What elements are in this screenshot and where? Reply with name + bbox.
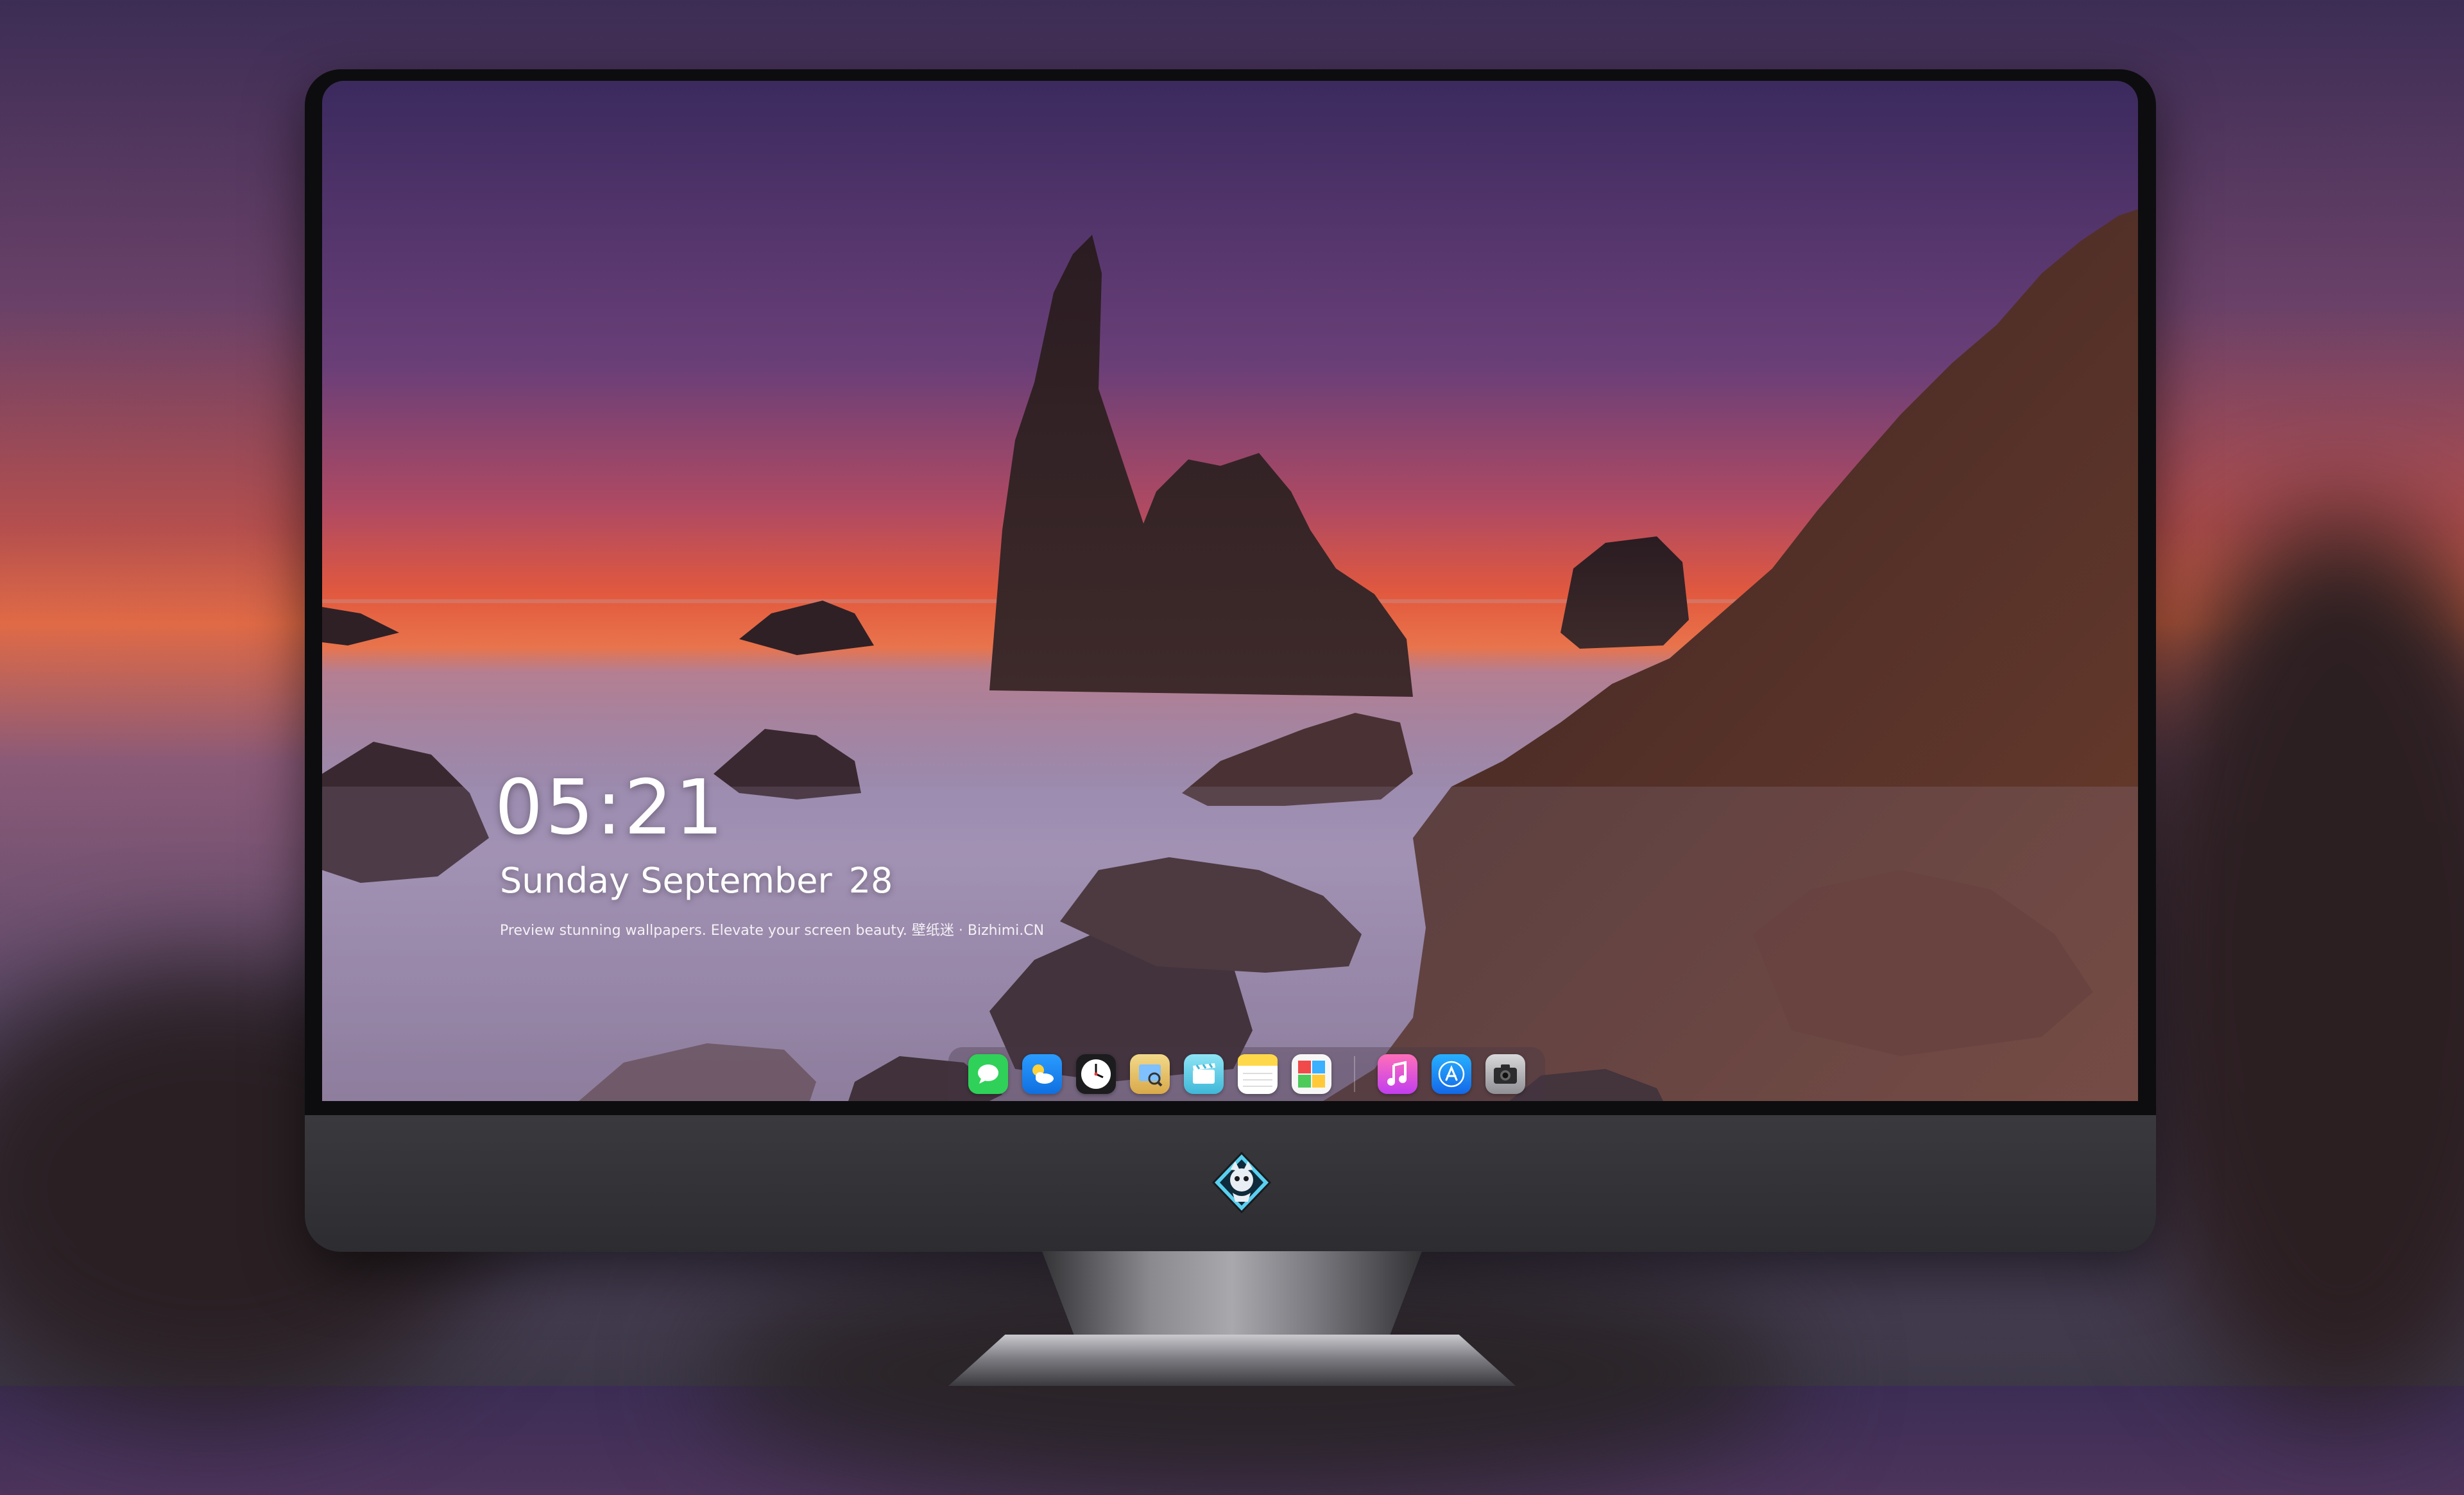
backdrop-rock-right (2118, 513, 2464, 1412)
lock-time: 05:21 (495, 763, 726, 851)
imac-monitor: 05:21 Sunday September 28 Preview stunnin… (305, 69, 2156, 1252)
camera-icon[interactable] (1485, 1054, 1525, 1094)
lock-date: Sunday September 28 (500, 860, 893, 901)
lock-date-text: Sunday September (500, 860, 832, 901)
clock-icon[interactable] (1076, 1054, 1116, 1094)
notes-icon[interactable] (1238, 1054, 1278, 1094)
notes-glyph (1238, 1054, 1278, 1087)
dock (948, 1047, 1545, 1101)
photo-booth-icon[interactable] (1292, 1054, 1331, 1094)
lock-day-number: 28 (848, 860, 893, 901)
app-store-glyph (1438, 1061, 1465, 1088)
music-icon[interactable] (1378, 1054, 1417, 1094)
dock-separator (1354, 1056, 1355, 1092)
music-glyph (1387, 1061, 1407, 1086)
clock-glyph (1081, 1059, 1111, 1089)
clips-glyph (1193, 1063, 1215, 1084)
weather-glyph (1032, 1064, 1054, 1084)
monitor-chin (305, 1115, 2156, 1252)
monitor-stand-base (948, 1335, 1516, 1386)
preview-icon[interactable] (1130, 1054, 1170, 1094)
photo-booth-glyph (1298, 1061, 1325, 1088)
wallpaper-seascape (322, 81, 2138, 1101)
camera-glyph (1494, 1064, 1517, 1084)
wallpaper-tagline: Preview stunning wallpapers. Elevate you… (500, 923, 1045, 939)
weather-icon[interactable] (1022, 1054, 1062, 1094)
lock-screen: 05:21 Sunday September 28 Preview stunnin… (322, 81, 2138, 1101)
messages-glyph (978, 1064, 998, 1084)
shield-mascot-logo-icon (1211, 1151, 1272, 1214)
clips-icon[interactable] (1184, 1054, 1224, 1094)
messages-icon[interactable] (968, 1054, 1008, 1094)
preview-glyph (1139, 1064, 1163, 1087)
app-store-icon[interactable] (1432, 1054, 1471, 1094)
